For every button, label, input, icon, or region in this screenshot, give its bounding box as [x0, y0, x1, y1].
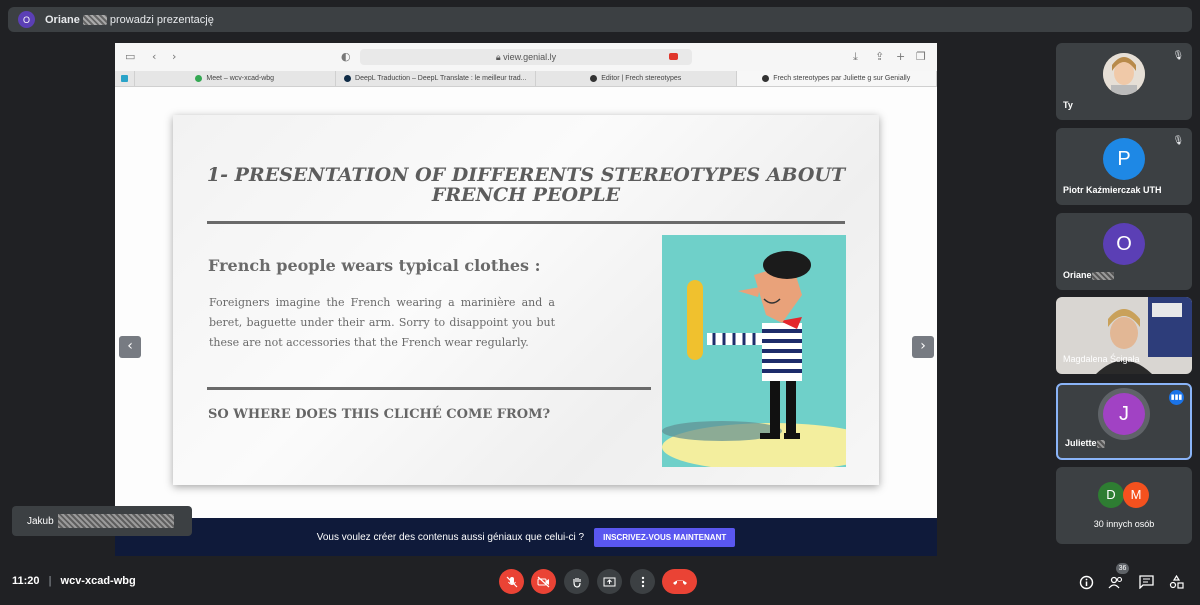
mic-off-icon: 🎙︎	[1172, 50, 1184, 60]
shield-icon: ◐	[341, 50, 351, 63]
address-bar[interactable]: 🔒︎ view.genial.ly	[360, 49, 692, 65]
raise-hand-button[interactable]	[564, 569, 589, 594]
participant-tile-self[interactable]: 🎙︎ Ty	[1056, 43, 1192, 120]
title-divider	[207, 221, 845, 224]
blurred-name	[1091, 271, 1114, 280]
participant-tile[interactable]: O Oriane	[1056, 213, 1192, 290]
blurred-name	[82, 14, 107, 25]
avatar: J	[1103, 393, 1145, 435]
tab-editor[interactable]: Editor | Frech stereotypes	[536, 71, 737, 86]
lock-icon: 🔒︎	[495, 52, 501, 62]
camera-off-icon	[537, 576, 550, 587]
meeting-info: 11:20 | wcv-xcad-wbg	[12, 575, 136, 587]
mic-toggle-button[interactable]	[499, 569, 524, 594]
slide-title: 1- PRESENTATION OF DIFFERENTS STEREOTYPE…	[206, 164, 846, 206]
avatar: O	[1103, 223, 1145, 265]
blurred-name	[1096, 439, 1105, 448]
participant-name: Piotr Kaźmierczak UTH	[1063, 185, 1162, 195]
tabs-overview-icon[interactable]: ❐	[916, 50, 926, 63]
tab-deepl[interactable]: DeepL Traduction – DeepL Translate : le …	[336, 71, 536, 86]
participant-name: Magdalena Ścigała	[1063, 354, 1140, 364]
section-divider	[207, 387, 651, 390]
hand-icon	[572, 577, 581, 588]
blurred-name	[57, 514, 174, 528]
participant-name: Jakub	[27, 515, 54, 527]
signup-button[interactable]: INSCRIVEZ-VOUS MAINTENANT	[594, 527, 736, 547]
presenter-banner: O Oriane prowadzi prezentację	[8, 7, 1192, 32]
deepl-favicon-icon	[344, 75, 352, 82]
tab-presentation[interactable]: Frech stereotypes par Juliette g sur Gen…	[736, 71, 937, 86]
info-icon	[1079, 575, 1093, 589]
tab-bar: Meet – wcv-xcad-wbg DeepL Traduction – D…	[115, 71, 937, 87]
hang-up-icon	[672, 579, 687, 585]
clock-time: 11:20	[12, 575, 40, 587]
slide: 1- PRESENTATION OF DIFFERENTS STEREOTYPE…	[115, 87, 937, 556]
chat-icon	[1138, 575, 1154, 589]
genially-favicon-icon	[762, 75, 770, 82]
slide-heading: French people wears typical clothes :	[208, 256, 541, 275]
participant-tile-speaking[interactable]: J ▮▮▮ Juliette	[1056, 383, 1192, 460]
people-icon	[1108, 576, 1123, 589]
activities-icon	[1169, 575, 1184, 589]
others-count-label: 30 innych osób	[1093, 519, 1155, 529]
promo-banner: Vous voulez créer des contenus aussi gén…	[115, 518, 937, 556]
new-tab-icon[interactable]: +	[896, 50, 905, 63]
camera-toggle-button[interactable]	[531, 569, 556, 594]
present-button[interactable]	[597, 569, 622, 594]
slide-body: Foreigners imagine the French wearing a …	[209, 296, 555, 349]
slide-paper: 1- PRESENTATION OF DIFFERENTS STEREOTYPE…	[173, 115, 879, 485]
self-view-tile[interactable]: Jakub	[12, 506, 192, 536]
back-icon[interactable]: ‹	[152, 50, 156, 63]
present-screen-icon	[603, 577, 616, 586]
avatar: P	[1103, 138, 1145, 180]
avatar	[1103, 53, 1145, 95]
avatar: D	[1098, 482, 1124, 508]
recording-icon	[669, 53, 678, 60]
meeting-details-button[interactable]	[1077, 573, 1095, 591]
participant-tile[interactable]: P 🎙︎ Piotr Kaźmierczak UTH	[1056, 128, 1192, 205]
presenter-status: prowadzi prezentację	[109, 13, 214, 26]
prev-slide-button[interactable]: ‹	[119, 336, 141, 358]
sidebar-icon[interactable]: ▭	[125, 50, 135, 63]
download-icon[interactable]: ⤓	[853, 50, 858, 64]
more-vert-icon	[641, 576, 644, 587]
participant-name: Ty	[1063, 100, 1073, 110]
tab-pinned[interactable]	[115, 71, 135, 86]
genially-favicon-icon	[121, 75, 128, 82]
people-count-badge: 36	[1116, 563, 1129, 574]
slide-question: SO WHERE DOES THIS CLICHÉ COME FROM?	[208, 407, 551, 422]
mic-off-icon	[506, 576, 517, 587]
participant-name: Juliette	[1065, 438, 1105, 448]
participant-name: Oriane	[1063, 270, 1114, 280]
avatar: M	[1123, 482, 1149, 508]
url-text: view.genial.ly	[503, 52, 557, 62]
frenchman-illustration	[662, 235, 846, 467]
share-icon[interactable]: ⇪	[875, 50, 884, 63]
people-button[interactable]	[1107, 573, 1125, 591]
activities-button[interactable]	[1167, 573, 1185, 591]
presenter-name: Oriane	[45, 13, 80, 26]
forward-icon[interactable]: ›	[172, 50, 176, 63]
meet-favicon-icon	[195, 75, 203, 82]
participant-tile-video[interactable]: Magdalena Ścigała	[1056, 297, 1192, 374]
tab-meet[interactable]: Meet – wcv-xcad-wbg	[135, 71, 336, 86]
genially-favicon-icon	[590, 75, 598, 82]
next-slide-button[interactable]: ›	[912, 336, 934, 358]
promo-text: Vous voulez créer des contenus aussi gén…	[316, 531, 585, 543]
mic-off-icon: 🎙︎	[1172, 135, 1184, 145]
presenter-avatar: O	[18, 11, 35, 28]
more-options-button[interactable]	[630, 569, 655, 594]
speaking-indicator-icon: ▮▮▮	[1169, 390, 1184, 405]
browser-toolbar: ▭ ‹ › ◐ 🔒︎ view.genial.ly ⤓ ⇪ + ❐	[115, 43, 937, 71]
meeting-code: wcv-xcad-wbg	[60, 575, 136, 587]
leave-call-button[interactable]	[662, 569, 697, 594]
shared-screen: ▭ ‹ › ◐ 🔒︎ view.genial.ly ⤓ ⇪ + ❐ Meet –…	[115, 43, 937, 556]
chat-button[interactable]	[1137, 573, 1155, 591]
others-tile[interactable]: D M 30 innych osób	[1056, 467, 1192, 544]
